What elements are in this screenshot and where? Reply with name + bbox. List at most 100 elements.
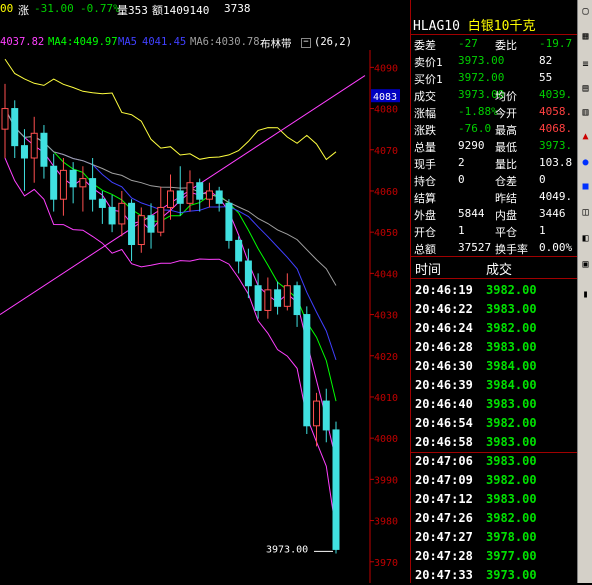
quote-value: 37527 bbox=[458, 241, 492, 254]
quote-value: 5844 bbox=[458, 207, 485, 220]
candle-body bbox=[244, 260, 252, 287]
candle-body bbox=[332, 429, 340, 550]
quote-value: 2 bbox=[458, 156, 465, 169]
trade-price: 3982.00 bbox=[486, 511, 537, 525]
info-icon[interactable]: ◫ bbox=[579, 206, 592, 219]
ma3-value: 4037.82 bbox=[0, 36, 45, 48]
trade-row: 20:46:19 3982.00 bbox=[411, 281, 577, 300]
quote-label: 持仓 bbox=[414, 175, 436, 188]
candle-body bbox=[118, 202, 126, 225]
candle-body bbox=[20, 145, 28, 159]
boll-upper-line bbox=[4, 58, 337, 161]
quote-label: 仓差 bbox=[495, 175, 517, 188]
y-tick-label: 4020 bbox=[374, 352, 398, 363]
settings-icon[interactable]: ◧ bbox=[579, 232, 592, 245]
quote-value: 4058. bbox=[539, 105, 573, 118]
trade-time: 20:46:40 bbox=[415, 397, 473, 411]
instrument-name: 白银10千克 bbox=[467, 19, 536, 34]
trade-price: 3982.00 bbox=[486, 321, 537, 335]
quote-row: 买价1 3972.00 55 bbox=[411, 70, 577, 86]
trade-time: 20:47:27 bbox=[415, 530, 473, 544]
trade-time: 20:46:54 bbox=[415, 416, 473, 430]
quote-value: -76.0 bbox=[458, 122, 492, 135]
last-value: 3738 bbox=[224, 2, 251, 15]
trade-time: 20:46:30 bbox=[415, 359, 473, 373]
trade-row: 20:47:33 3973.00 bbox=[411, 566, 577, 585]
window-icon[interactable]: ▢ bbox=[579, 5, 592, 18]
last-price-label: 3973.00 bbox=[266, 544, 308, 555]
note-icon[interactable]: ▣ bbox=[579, 258, 592, 271]
amount-label: 额1409140 bbox=[152, 4, 210, 17]
y-tick-label: 3990 bbox=[374, 475, 398, 486]
trade-row: 20:47:28 3977.00 bbox=[411, 547, 577, 566]
y-tick-label: 4080 bbox=[374, 105, 398, 116]
candle-body bbox=[40, 132, 48, 167]
chart-icon[interactable]: ▦ bbox=[579, 30, 592, 43]
quote-row: 委差 -27 委比 -19.7 bbox=[411, 36, 577, 52]
quote-value: 0.00% bbox=[539, 241, 573, 254]
trade-row: 20:46:28 3983.00 bbox=[411, 338, 577, 357]
quote-row: 成交 3973.00 均价 4039. bbox=[411, 87, 577, 103]
quote-row: 总额 37527 换手率 0.00% bbox=[411, 240, 577, 256]
quote-value: -1.88% bbox=[458, 105, 498, 118]
side-toolbar: ▢ ▦ ≡ ▤ ▥ ▲ ● ■ ◫ ◧ ▣ ▮ bbox=[577, 0, 592, 583]
quote-value: 103.8 bbox=[539, 156, 573, 169]
quote-row: 总量 9290 最低 3973. bbox=[411, 138, 577, 154]
quote-label: 外盘 bbox=[414, 209, 436, 222]
candle-body bbox=[128, 202, 136, 246]
quote-label: 总额 bbox=[414, 243, 436, 256]
trade-time: 20:47:33 bbox=[415, 568, 473, 582]
ma6-label: MA6:4030.78 bbox=[190, 36, 260, 48]
quote-label: 委差 bbox=[414, 39, 436, 52]
trade-time: 20:47:09 bbox=[415, 473, 473, 487]
quote-label: 今开 bbox=[495, 107, 517, 120]
circle-icon[interactable]: ● bbox=[579, 156, 592, 169]
trade-row: 20:46:40 3983.00 bbox=[411, 395, 577, 414]
candle-body bbox=[137, 215, 145, 246]
quote-label: 卖价1 bbox=[414, 56, 443, 69]
quote-label: 昨结 bbox=[495, 192, 517, 205]
ma5-label: MA5 bbox=[118, 36, 137, 48]
grid-icon[interactable]: ▥ bbox=[579, 106, 592, 119]
scroll-icon[interactable]: ▮ bbox=[579, 288, 592, 301]
candle-body bbox=[157, 206, 165, 233]
trade-price: 3982.00 bbox=[486, 473, 537, 487]
candle-body bbox=[205, 190, 213, 200]
trade-price: 3977.00 bbox=[486, 549, 537, 563]
list-icon[interactable]: ≡ bbox=[579, 58, 592, 71]
trade-time: 20:47:12 bbox=[415, 492, 473, 506]
quote-label: 现手 bbox=[414, 158, 436, 171]
y-tick-label: 4040 bbox=[374, 269, 398, 280]
quote-value: 1 bbox=[458, 224, 465, 237]
candlestick-chart[interactable]: 3973.00 4090 4080 4070 4060 4050 4040 4030 4020… bbox=[0, 50, 410, 583]
trade-price: 3983.00 bbox=[486, 340, 537, 354]
quote-label: 成交 bbox=[414, 90, 436, 103]
alert-icon[interactable]: ▲ bbox=[579, 130, 592, 143]
candle-body bbox=[274, 289, 282, 307]
quote-value: 4068. bbox=[539, 122, 573, 135]
trade-row: 20:46:30 3984.00 bbox=[411, 357, 577, 376]
trade-price: 3983.00 bbox=[486, 435, 537, 449]
candle-body bbox=[176, 190, 184, 204]
volume-label: 量353 bbox=[117, 4, 148, 17]
trade-price: 3978.00 bbox=[486, 530, 537, 544]
candle-body bbox=[50, 165, 58, 200]
trade-price: 3983.00 bbox=[486, 492, 537, 506]
y-tick-label: 4050 bbox=[374, 228, 398, 239]
candle-body bbox=[186, 182, 194, 204]
boll-collapse-icon[interactable]: − bbox=[301, 38, 311, 48]
candle-body bbox=[322, 400, 330, 431]
y-tick-label: 4030 bbox=[374, 311, 398, 322]
candle-body bbox=[235, 239, 243, 262]
y-tick-label: 3980 bbox=[374, 517, 398, 528]
quote-row: 现手 2 量比 103.8 bbox=[411, 155, 577, 171]
trades-trade-header: 成交 bbox=[486, 263, 513, 278]
candle-body bbox=[303, 314, 311, 427]
table-icon[interactable]: ▤ bbox=[579, 82, 592, 95]
trade-time: 20:47:06 bbox=[415, 454, 473, 468]
quote-value: 9290 bbox=[458, 139, 485, 152]
boll-label[interactable]: 布林带 bbox=[260, 36, 292, 51]
quote-value: 4049. bbox=[539, 190, 573, 203]
square-icon[interactable]: ■ bbox=[579, 180, 592, 193]
quote-label: 平仓 bbox=[495, 226, 517, 239]
